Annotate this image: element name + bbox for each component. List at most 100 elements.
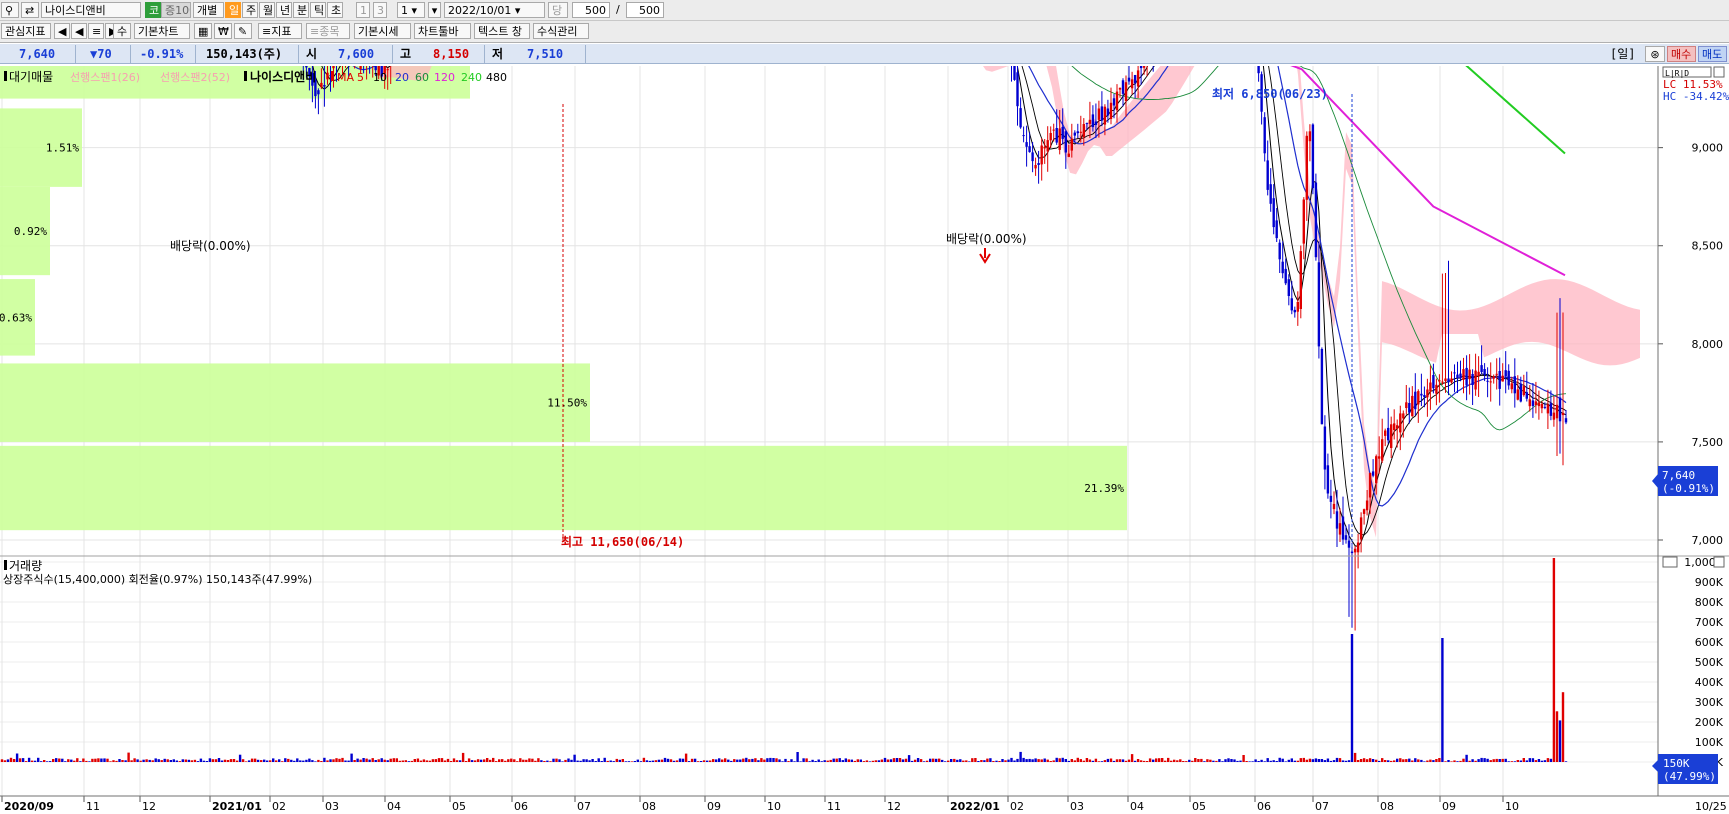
volume-bar	[386, 760, 389, 762]
candle-body	[1049, 133, 1052, 141]
sell-button[interactable]: 매도	[1698, 46, 1727, 62]
basic-chart-button[interactable]: 기본차트	[134, 23, 190, 39]
tool-icon[interactable]: ✎	[234, 23, 252, 39]
settings-icon[interactable]: ⊛	[1645, 46, 1665, 62]
volume-axis-controls[interactable]	[1662, 556, 1678, 568]
candle-body	[1067, 153, 1070, 157]
volume-bar	[1513, 761, 1516, 762]
volume-bar	[1543, 760, 1547, 762]
period-month-button[interactable]: 월	[259, 2, 275, 18]
period-minute-button[interactable]: 분	[293, 2, 309, 18]
legend-ma60: 60	[415, 71, 429, 84]
volume-bar	[847, 759, 850, 762]
candle-body	[1474, 370, 1477, 390]
text-window-button[interactable]: 텍스트 창	[474, 23, 530, 39]
menu-icon[interactable]: ≡	[88, 23, 104, 39]
current-price: 7,640	[19, 47, 56, 61]
period-second-button[interactable]: 초	[327, 2, 343, 18]
arrow-left-end-icon[interactable]: ◀	[54, 23, 70, 39]
volume-bar	[1124, 760, 1128, 762]
individual-button[interactable]: 개별	[193, 2, 224, 18]
candle-body	[1353, 548, 1357, 553]
period-week-button[interactable]: 주	[242, 2, 258, 18]
refresh-icon[interactable]: ⇄	[21, 2, 39, 18]
favorite-indicator-button[interactable]: 관심지표	[1, 23, 51, 39]
volume-axis-expand-icon[interactable]	[1713, 556, 1725, 568]
volume-bar	[687, 761, 691, 762]
date-select[interactable]: 2022/10/01 ▾	[444, 2, 545, 18]
volume-bar	[950, 759, 953, 762]
volume-bar	[112, 760, 115, 762]
volume-bar	[1546, 758, 1550, 762]
volume-bar	[1356, 760, 1360, 762]
volume-bar	[314, 761, 317, 762]
period-tick-button[interactable]: 틱	[310, 2, 326, 18]
volume-bar	[290, 759, 293, 762]
candle-body	[1338, 523, 1342, 535]
volume-bar	[832, 758, 835, 762]
interval-select[interactable]: 1 ▾	[397, 2, 425, 18]
legend-ma240: 240	[461, 71, 482, 84]
indicator-button[interactable]: ≡지표	[258, 23, 302, 39]
period-day-button[interactable]: 일	[225, 2, 241, 18]
volume-bar	[880, 759, 884, 762]
won-button[interactable]: ₩	[214, 23, 232, 39]
candle-body	[1016, 72, 1019, 107]
period-year-button[interactable]: 년	[276, 2, 292, 18]
volume-bar	[817, 759, 820, 762]
volume-bar	[440, 758, 444, 762]
volume-bar	[287, 758, 290, 762]
volume-bar	[106, 758, 109, 762]
month-label: 11	[827, 800, 841, 813]
volume-bar	[874, 760, 878, 762]
chart-type-icon[interactable]: ▦	[194, 23, 212, 39]
volume-bar	[1145, 761, 1149, 762]
volume-bar	[1414, 758, 1417, 762]
candle-body	[1299, 251, 1302, 309]
volume-bar	[1242, 755, 1245, 762]
volume-bar	[739, 759, 742, 762]
slash-label: /	[616, 3, 620, 16]
volume-bar	[260, 760, 263, 762]
search-icon[interactable]: ⚲	[1, 2, 19, 18]
volume-bar	[1260, 759, 1263, 762]
stock-name-field[interactable]: 나이스디앤비	[41, 2, 141, 18]
volume-bar	[486, 758, 489, 762]
volume-bar	[413, 759, 416, 762]
volume-bar	[1043, 758, 1046, 762]
volume-bar	[742, 758, 745, 762]
candle-body	[1486, 380, 1489, 382]
volume-tick-label: 500K	[1695, 656, 1724, 669]
formula-manage-button[interactable]: 수식관리	[533, 23, 589, 39]
volume-bar	[706, 760, 709, 762]
volume-bar	[980, 760, 983, 762]
candle-body	[1293, 309, 1296, 313]
count-button[interactable]: 수	[113, 23, 131, 39]
volume-profile-label: 1.51%	[46, 142, 79, 155]
chevron-down-icon[interactable]: ▾	[428, 2, 441, 18]
count-b-input[interactable]: 500	[626, 2, 664, 18]
arrow-left-icon[interactable]: ◀	[71, 23, 87, 39]
volume-bar	[238, 754, 242, 762]
stock-chart[interactable]: 1.96%9.61%29.84%8.91%1.51%0.92%0.63%11.5…	[0, 66, 1729, 814]
volume-tick-label: 700K	[1695, 616, 1724, 629]
candle-body	[1444, 378, 1447, 381]
count-a-input[interactable]: 500	[572, 2, 610, 18]
basic-quote-button[interactable]: 기본시세	[354, 23, 411, 39]
main-toolbar: ⚲ ⇄ 나이스디앤비 코 증100 개별 일 주 월 년 분 틱 초 1 3 1…	[0, 0, 1729, 21]
volume-bar	[1368, 758, 1372, 762]
axis-expand-icon[interactable]	[1713, 66, 1725, 78]
candle-body	[1052, 129, 1055, 131]
candle-body	[1296, 302, 1299, 312]
buy-button[interactable]: 매수	[1667, 46, 1696, 62]
volume-bar	[856, 759, 859, 762]
volume-bar	[929, 758, 932, 762]
volume-bar	[1326, 758, 1330, 762]
badge-100: 증100	[161, 2, 191, 18]
volume-bar	[452, 758, 456, 762]
volume-bar	[1471, 759, 1474, 762]
volume-bar	[1465, 754, 1468, 762]
volume-bar	[1091, 760, 1095, 762]
chart-toolbar-button[interactable]: 차트툴바	[414, 23, 471, 39]
volume-bar	[769, 757, 772, 762]
